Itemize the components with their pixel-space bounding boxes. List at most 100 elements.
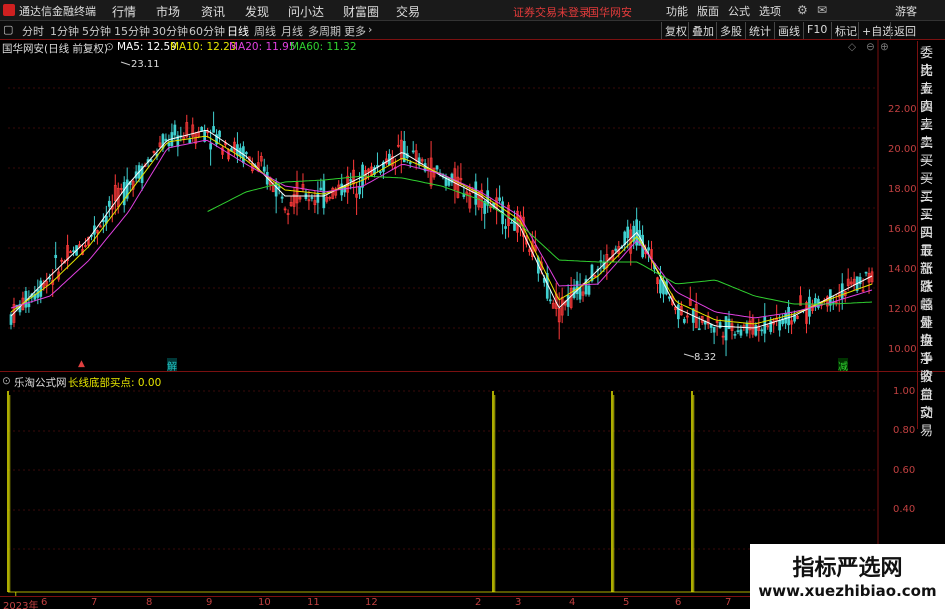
candle-body xyxy=(864,271,868,274)
candle-body xyxy=(24,290,28,308)
candle-body xyxy=(575,280,579,295)
date-tick: 4 xyxy=(569,597,576,608)
candle-body xyxy=(107,200,111,207)
ma5-line xyxy=(10,129,873,329)
candle-body xyxy=(626,226,630,238)
candle-body xyxy=(349,179,352,182)
sub-chart-title: 乐淘公式网 xyxy=(14,377,67,389)
candle-body xyxy=(435,165,439,170)
y-tick: 12.00 xyxy=(888,304,917,315)
candle-body xyxy=(647,247,650,251)
candle-body xyxy=(245,152,248,155)
candle-body xyxy=(712,326,716,333)
indicator-value: 长线底部买点: 0.00 xyxy=(68,377,162,389)
date-tick: 10 xyxy=(258,597,271,608)
candle-body xyxy=(209,143,212,150)
candle-body xyxy=(408,162,412,164)
sub-y-tick: 0.40 xyxy=(893,504,916,515)
candle-body xyxy=(504,226,507,229)
candle-body xyxy=(310,197,314,199)
candle-body xyxy=(188,139,192,144)
date-tick: 3 xyxy=(515,597,522,608)
date-tick: 8 xyxy=(146,597,153,608)
watermark-box: 指标严选网 www.xuezhibiao.com xyxy=(750,544,945,609)
candle-body xyxy=(262,166,266,172)
date-tick: 7 xyxy=(91,597,98,608)
quote-sidebar: 委比 卖五 卖四 卖三 卖二 卖一 买一 买二 买三 买四 买五 最新 涨跌 涨… xyxy=(917,41,945,439)
date-tick: 12 xyxy=(365,597,378,608)
candle-body xyxy=(48,277,52,280)
candle-body xyxy=(510,222,513,224)
low-pointer xyxy=(683,353,695,358)
high-pointer xyxy=(120,61,131,66)
candle-body xyxy=(498,197,501,201)
date-tick: 5 xyxy=(623,597,630,608)
candle-body xyxy=(808,296,811,317)
date-tick: 2 xyxy=(475,597,482,608)
date-tick: 6 xyxy=(675,597,682,608)
candle-body xyxy=(739,329,743,336)
candle-body xyxy=(72,250,75,253)
candle-body xyxy=(682,319,686,323)
candle-body xyxy=(27,303,31,308)
ma10-line xyxy=(10,135,873,325)
candle-body xyxy=(566,295,570,307)
candle-body xyxy=(697,328,701,331)
y-tick: 14.00 xyxy=(888,264,917,275)
candle-body xyxy=(718,322,722,329)
sub-menu-icon[interactable]: ⊙ xyxy=(2,375,11,387)
unlock-marker[interactable]: 解 xyxy=(167,358,177,373)
candle-body xyxy=(677,304,680,320)
reduce-marker[interactable]: 减 xyxy=(838,358,848,373)
candle-body xyxy=(167,142,171,147)
y-tick: 22.00 xyxy=(888,104,917,115)
candle-body xyxy=(411,150,415,153)
candle-body xyxy=(173,124,177,136)
candle-body xyxy=(578,287,582,300)
candle-body xyxy=(733,333,737,336)
date-tick: 11 xyxy=(307,597,320,608)
candle-body xyxy=(736,330,740,333)
candle-body xyxy=(358,186,361,195)
candle-body xyxy=(164,138,168,142)
candle-body xyxy=(623,231,627,245)
date-tick: 7 xyxy=(725,597,732,608)
candle-body xyxy=(319,187,323,191)
candle-body xyxy=(587,285,591,295)
candle-body xyxy=(280,196,284,199)
candle-body xyxy=(614,248,618,251)
candle-body xyxy=(122,182,126,206)
kline-chart[interactable] xyxy=(0,0,945,609)
candle-body xyxy=(760,329,764,332)
watermark-title: 指标严选网 xyxy=(792,556,903,581)
candle-body xyxy=(9,314,13,325)
candle-body xyxy=(277,186,281,189)
sub-y-tick: 0.80 xyxy=(893,425,916,436)
date-tick: 9 xyxy=(206,597,213,608)
y-tick: 18.00 xyxy=(888,184,917,195)
watermark-url: www.xuezhibiao.com xyxy=(758,582,937,600)
candle-body xyxy=(590,264,594,282)
sub-y-tick: 1.00 xyxy=(893,386,916,397)
y-tick: 16.00 xyxy=(888,224,917,235)
low-price-label: 8.32 xyxy=(694,352,717,363)
high-price-label: 23.11 xyxy=(131,59,160,70)
date-tick: 6 xyxy=(41,597,48,608)
panel-divider xyxy=(0,371,945,372)
y-tick: 20.00 xyxy=(888,144,917,155)
candle-body xyxy=(54,254,58,259)
y-tick: 10.00 xyxy=(888,344,917,355)
sidebar-item[interactable]: 交易 xyxy=(920,405,945,441)
candle-body xyxy=(218,130,221,138)
candle-body xyxy=(316,193,320,203)
candle-body xyxy=(39,280,43,297)
date-tick: 2023年 xyxy=(3,601,39,609)
candle-body xyxy=(778,320,782,331)
candle-body xyxy=(724,316,728,341)
candle-body xyxy=(727,318,731,330)
candle-body xyxy=(659,279,662,294)
candle-body xyxy=(212,126,215,133)
candle-body xyxy=(379,171,382,173)
candle-body xyxy=(548,299,552,302)
candle-body xyxy=(787,306,790,326)
